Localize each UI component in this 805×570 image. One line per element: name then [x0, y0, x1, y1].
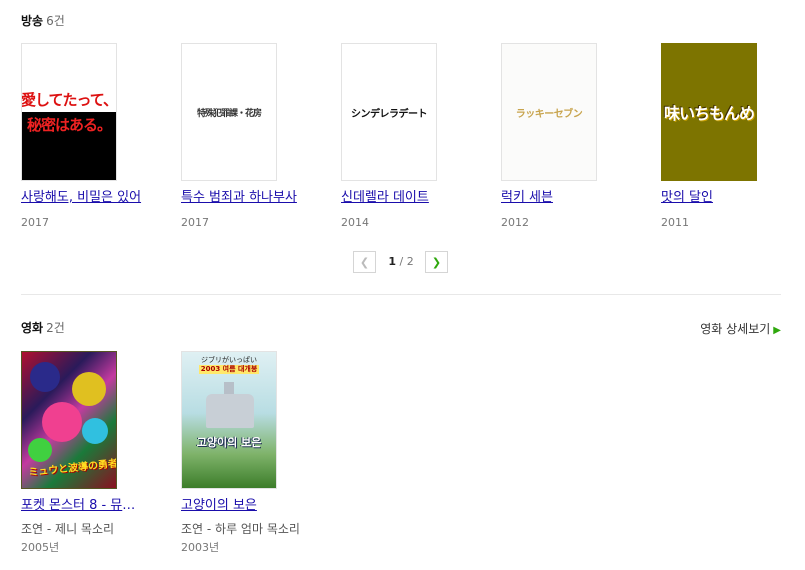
poster-title: 味いちもんめ [663, 104, 755, 123]
movie-card: ジブリがいっぱい 2003 여름 대개봉 고양이의 보은 고양이의 보은 조연 … [181, 351, 309, 555]
poster-image[interactable]: 味いちもんめ [661, 43, 757, 181]
poster-title: 愛してたって、 [21, 91, 117, 109]
chevron-right-icon: ▶ [773, 325, 781, 336]
broadcast-card: 特殊犯罪課・花房 특수 범죄과 하나부사 2017 [181, 43, 309, 230]
broadcast-card: 味いちもんめ 맛의 달인 2011 [661, 43, 789, 230]
broadcast-year: 2014 [341, 216, 369, 229]
broadcast-card: ラッキーセブン 럭키 세븐 2012 [501, 43, 629, 230]
poster-image[interactable]: 特殊犯罪課・花房 [181, 43, 277, 181]
broadcast-card: 愛してたって、 秘密はある。 사랑해도, 비밀은 있어 2017 [21, 43, 149, 230]
next-page-button[interactable]: ❯ [425, 251, 448, 273]
prev-page-button[interactable]: ❮ [353, 251, 376, 273]
poster-title: 秘密はある。 [26, 116, 112, 134]
movie-year: 2003년 [181, 541, 220, 554]
poster-title: ラッキーセブン [515, 108, 583, 120]
movie-year: 2005년 [21, 541, 60, 554]
movie-role: 조연 - 하루 엄마 목소리 [181, 522, 300, 536]
poster-title: 特殊犯罪課・花房 [196, 108, 262, 119]
movie-section-header: 영화 2건 [21, 320, 65, 336]
chevron-right-icon: ❯ [431, 255, 442, 269]
broadcast-year: 2017 [21, 216, 49, 229]
page-indicator: 1 / 2 [381, 255, 421, 268]
broadcast-title-link[interactable]: 사랑해도, 비밀은 있어 [21, 189, 145, 206]
page-separator: / [399, 255, 404, 268]
broadcast-title: 방송 [21, 14, 44, 28]
movie-count: 2건 [46, 321, 65, 335]
poster-release: 2003 여름 대개봉 [198, 365, 260, 374]
movie-detail-label: 영화 상세보기 [700, 322, 771, 336]
movie-title: 영화 [21, 321, 44, 335]
section-divider [21, 294, 781, 295]
broadcast-card: シンデレラデート 신데렐라 데이트 2014 [341, 43, 469, 230]
broadcast-count: 6건 [46, 14, 65, 28]
poster-image[interactable]: シンデレラデート [341, 43, 437, 181]
movie-detail-link[interactable]: 영화 상세보기 ▶ [700, 320, 781, 337]
movie-role: 조연 - 제니 목소리 [21, 522, 115, 536]
poster-title: シンデレラデート [351, 108, 428, 120]
poster-image[interactable]: ラッキーセブン [501, 43, 597, 181]
broadcast-title-link[interactable]: 럭키 세븐 [501, 189, 625, 206]
broadcast-title-link[interactable]: 신데렐라 데이트 [341, 189, 465, 206]
chevron-left-icon: ❮ [359, 255, 370, 269]
poster-title: 고양이의 보은 [196, 436, 262, 449]
broadcast-title-link[interactable]: 특수 범죄과 하나부사 [181, 189, 305, 206]
movie-card: ミュウと波導の勇者 포켓 몬스터 8 - 뮤와 파동의 용사 루카리오 조연 -… [21, 351, 149, 555]
broadcast-section-header: 방송 6건 [21, 13, 65, 29]
movie-title-link[interactable]: 포켓 몬스터 8 - 뮤와 파동의 용사 루카리오 [21, 497, 145, 514]
broadcast-year: 2012 [501, 216, 529, 229]
current-page: 1 [388, 255, 396, 268]
broadcast-year: 2011 [661, 216, 689, 229]
movie-title-link[interactable]: 고양이의 보은 [181, 497, 305, 514]
broadcast-year: 2017 [181, 216, 209, 229]
poster-image[interactable]: 愛してたって、 秘密はある。 [21, 43, 117, 181]
poster-image[interactable]: ジブリがいっぱい 2003 여름 대개봉 고양이의 보은 [181, 351, 277, 489]
poster-image[interactable]: ミュウと波導の勇者 [21, 351, 117, 489]
poster-tagline: ジブリがいっぱい [201, 356, 257, 364]
broadcast-title-link[interactable]: 맛의 달인 [661, 189, 785, 206]
total-pages: 2 [406, 255, 414, 268]
